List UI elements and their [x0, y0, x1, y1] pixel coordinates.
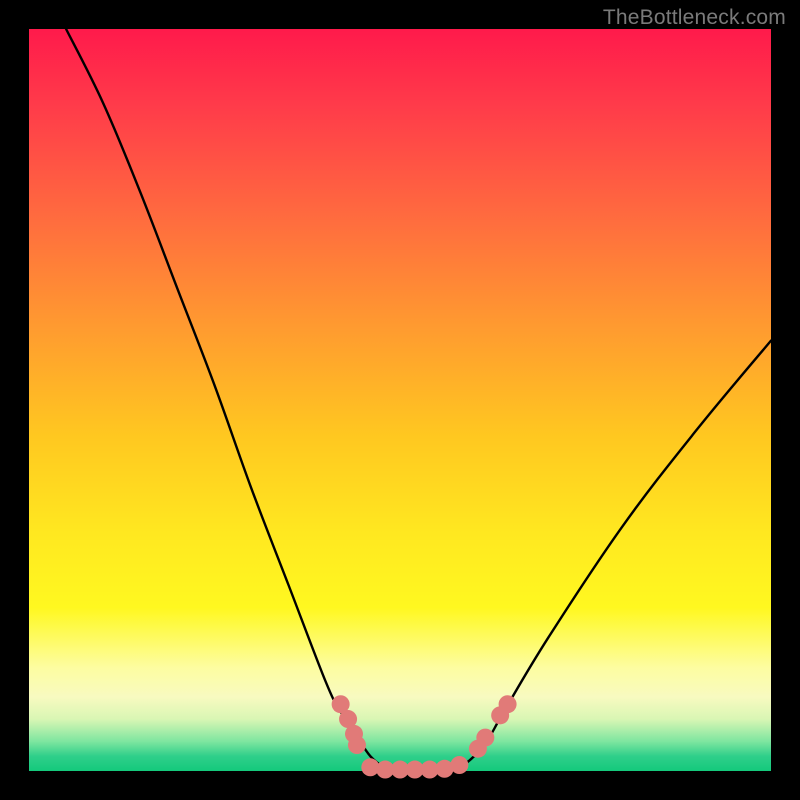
marker-layer	[332, 695, 517, 778]
curve-marker	[348, 736, 366, 754]
chart-stage: TheBottleneck.com	[0, 0, 800, 800]
curve-marker	[499, 695, 517, 713]
curve-marker	[450, 756, 468, 774]
watermark-text: TheBottleneck.com	[603, 6, 786, 30]
bottleneck-curve-path	[66, 29, 771, 771]
bottleneck-curve-svg	[29, 29, 771, 771]
curve-marker	[476, 729, 494, 747]
plot-area	[29, 29, 771, 771]
